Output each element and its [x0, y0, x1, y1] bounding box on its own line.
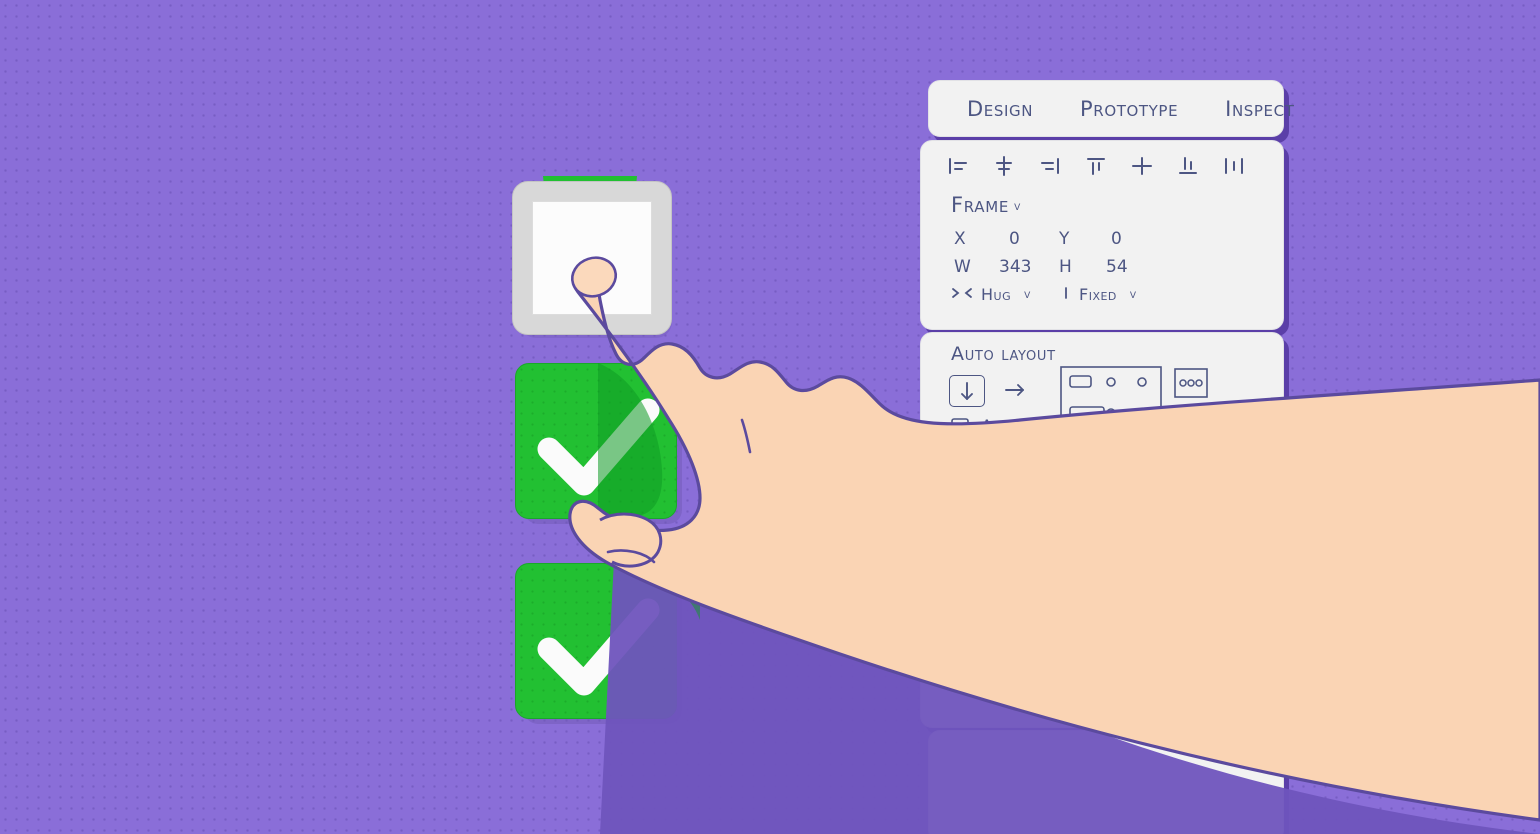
w-label: W	[954, 257, 972, 277]
tabs-panel: Design Prototype Inspect	[928, 80, 1294, 137]
align-bottom-icon[interactable]	[1175, 153, 1201, 179]
h-label: H	[1059, 257, 1073, 277]
y-label: Y	[1059, 229, 1070, 249]
checkbox-2-checked[interactable]	[515, 363, 677, 519]
arrow-right-icon	[1005, 384, 1024, 396]
tab-inspect[interactable]: Inspect	[1225, 97, 1294, 121]
direction-horizontal-button[interactable]	[999, 375, 1033, 405]
distribute-icon[interactable]	[1221, 153, 1247, 179]
background-texture	[0, 0, 1540, 834]
align-left-icon[interactable]	[945, 153, 971, 179]
padding-horizontal-value[interactable]: 142	[971, 457, 1003, 477]
vertical-sizing-value: Fixed	[1079, 285, 1117, 304]
checkbox-3-checked[interactable]	[515, 563, 677, 719]
padding-vertical-icon	[1018, 455, 1040, 481]
vertical-fixed-icon	[1061, 285, 1071, 304]
add-panel-2[interactable]: +	[920, 660, 1284, 728]
tab-prototype[interactable]: Prototype	[1080, 97, 1178, 121]
checkmark-icon	[537, 398, 660, 496]
illustration-canvas: Design Prototype Inspect Frame v X 0 Y 0…	[0, 0, 1540, 834]
blend-mode-value[interactable]: PASSTHROUGH	[951, 541, 1094, 562]
align-right-icon[interactable]	[1037, 153, 1063, 179]
frame-properties-panel: Frame v X 0 Y 0 W 343 H 54 Hug v Fixed v	[920, 140, 1284, 330]
alignment-grid-icon[interactable]	[1059, 365, 1163, 467]
auto-layout-panel: Auto layout Auto 142 316	[920, 332, 1284, 486]
horizontal-sizing-control[interactable]: Hug v	[951, 285, 1031, 304]
add-panel-1[interactable]: +	[920, 590, 1284, 658]
chevron-down-icon: v	[1024, 287, 1031, 302]
align-horizontal-center-icon[interactable]	[991, 153, 1017, 179]
bottom-panel	[928, 730, 1284, 834]
frame-type-label[interactable]: Frame v	[951, 193, 1021, 217]
chevron-down-icon: v	[1129, 287, 1137, 302]
horizontal-sizing-value: Hug	[981, 285, 1012, 304]
arrow-down-icon	[961, 382, 973, 400]
vertical-sizing-control[interactable]: Fixed v	[1061, 285, 1137, 304]
x-value[interactable]: 0	[1009, 229, 1020, 249]
h-value[interactable]: 54	[1106, 257, 1128, 277]
spacing-icon[interactable]	[949, 415, 971, 441]
plus-icon[interactable]: +	[1236, 677, 1261, 707]
chevron-down-icon: v	[1014, 199, 1021, 214]
plus-icon[interactable]: +	[1236, 607, 1261, 637]
checkmark-icon	[537, 598, 660, 696]
spacing-value[interactable]: Auto	[981, 417, 1020, 437]
more-options-icon[interactable]	[1173, 367, 1209, 403]
tab-bar: Design Prototype Inspect	[929, 81, 1294, 136]
alignment-toolbar	[945, 153, 1247, 179]
align-top-icon[interactable]	[1083, 153, 1109, 179]
align-vertical-center-icon[interactable]	[1129, 153, 1155, 179]
tab-design[interactable]: Design	[967, 97, 1033, 121]
padding-horizontal-icon	[946, 455, 970, 481]
frame-type-text: Frame	[951, 193, 1010, 217]
y-value[interactable]: 0	[1111, 229, 1122, 249]
auto-layout-title: Auto layout	[951, 343, 1056, 365]
w-value[interactable]: 343	[999, 257, 1031, 277]
layer-panel: LAYER PASSTHROUGH 100%	[920, 488, 1284, 586]
checkbox-1-pressed[interactable]	[512, 181, 672, 335]
horizontal-resize-icon	[951, 285, 973, 304]
x-label: X	[954, 229, 967, 249]
eye-icon[interactable]	[1206, 545, 1234, 567]
direction-vertical-button[interactable]	[949, 375, 985, 407]
layer-title: LAYER	[951, 503, 1015, 525]
opacity-value[interactable]: 100%	[1126, 536, 1199, 565]
checkbox-1-inner	[532, 201, 652, 315]
